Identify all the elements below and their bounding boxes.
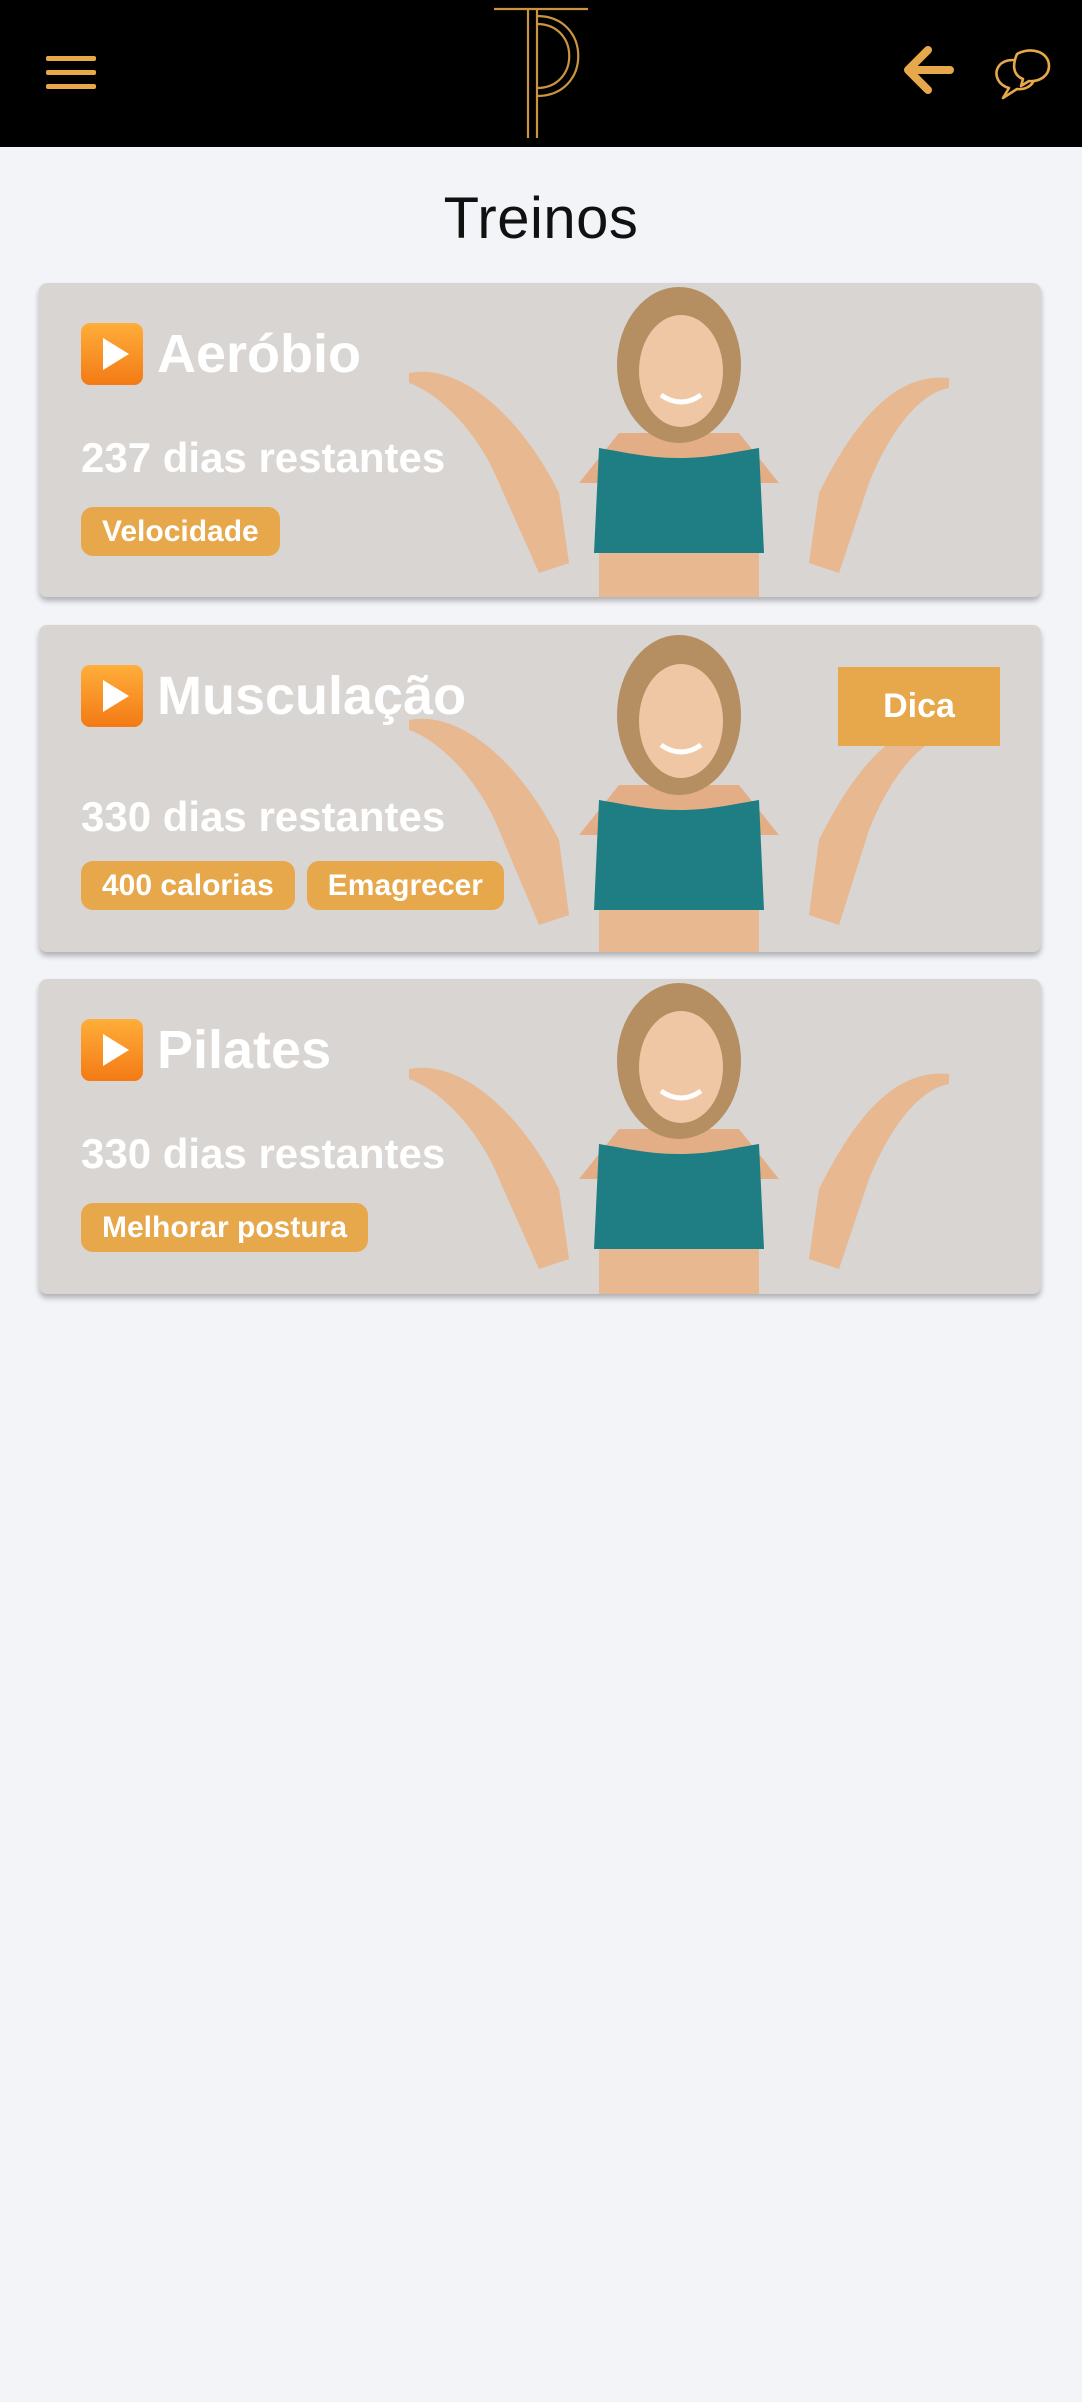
workout-title-text: Pilates — [157, 1020, 332, 1080]
workout-card-musculacao[interactable]: Musculação Dica 330 dias restantes 400 c… — [39, 625, 1041, 952]
tp-logo — [494, 7, 588, 138]
tag-badge: Emagrecer — [306, 861, 504, 910]
workout-title: Aeróbio — [81, 323, 361, 385]
tag-list: Melhorar postura — [81, 1203, 369, 1252]
arrow-left-icon[interactable] — [902, 44, 954, 96]
play-button-icon — [81, 323, 143, 385]
trainer-photo — [409, 983, 949, 1294]
page-title: Treinos — [443, 186, 639, 251]
tag-badge: 400 calorias — [81, 861, 295, 910]
tag-badge: Velocidade — [81, 507, 280, 556]
workout-title: Musculação — [81, 665, 466, 727]
workout-title-text: Musculação — [157, 666, 467, 726]
workout-card-pilates[interactable]: Pilates 330 dias restantes Melhorar post… — [39, 979, 1041, 1294]
tag-badge: Melhorar postura — [81, 1203, 369, 1252]
play-button-icon — [81, 1019, 143, 1081]
workout-card-aerobio[interactable]: Aeróbio 237 dias restantes Velocidade — [39, 283, 1041, 597]
days-remaining: 237 dias restantes — [81, 434, 446, 481]
tag-list: 400 calorias Emagrecer — [81, 861, 504, 910]
tag-list: Velocidade — [81, 507, 280, 556]
days-remaining: 330 dias restantes — [81, 1130, 446, 1177]
chat-bubbles-icon[interactable] — [993, 44, 1051, 100]
tip-button[interactable]: Dica — [838, 667, 1000, 746]
play-button-icon — [81, 665, 143, 727]
top-app-bar — [0, 0, 1082, 147]
workout-title-text: Aeróbio — [157, 324, 362, 384]
days-remaining: 330 dias restantes — [81, 793, 446, 840]
workout-title: Pilates — [81, 1019, 331, 1081]
trainer-photo — [409, 287, 949, 597]
hamburger-menu-icon[interactable] — [46, 54, 98, 92]
